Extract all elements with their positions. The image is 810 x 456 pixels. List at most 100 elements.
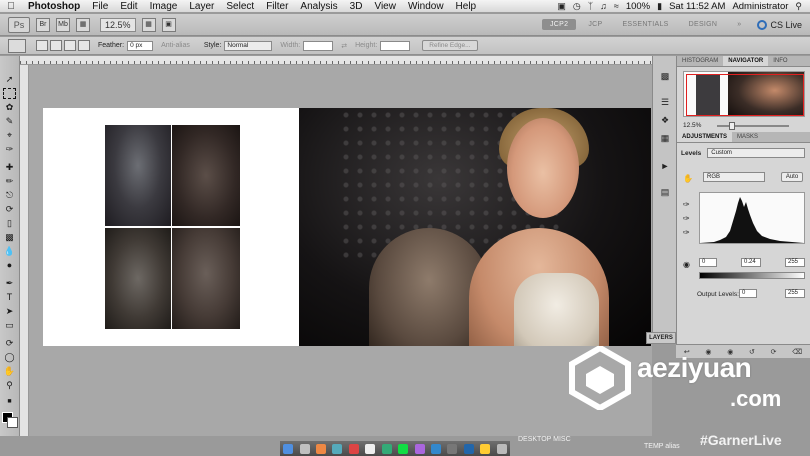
photoshop-dock-icon[interactable] xyxy=(463,443,474,454)
width-input[interactable] xyxy=(303,40,334,51)
preset-select[interactable]: Custom xyxy=(707,148,806,158)
bluetooth-icon[interactable]: ᛉ xyxy=(588,1,593,11)
input-white-value[interactable]: 255 xyxy=(785,258,805,267)
add-selection-icon[interactable] xyxy=(50,40,62,51)
notes-icon[interactable] xyxy=(365,443,376,454)
input-mid-value[interactable]: 0.24 xyxy=(741,258,761,267)
navigator-thumbnail[interactable] xyxy=(683,71,805,117)
menu-help[interactable]: Help xyxy=(450,1,483,12)
swap-icon[interactable]: ⇄ xyxy=(341,42,347,50)
volume-icon[interactable]: ♫ xyxy=(600,1,607,11)
launchpad-icon[interactable] xyxy=(299,443,310,454)
histogram-panel-icon[interactable]: ▩ xyxy=(658,70,672,82)
channel-select[interactable]: RGB xyxy=(703,172,765,182)
reset-icon[interactable]: ⟳ xyxy=(771,348,777,356)
tab-info[interactable]: INFO xyxy=(768,56,792,66)
arrange-documents-icon[interactable]: ▦ xyxy=(141,17,156,32)
menu-edit[interactable]: Edit xyxy=(114,1,143,12)
screen-mode-icon[interactable]: ▣ xyxy=(161,17,176,32)
blur-tool-icon[interactable]: 💧 xyxy=(3,246,16,257)
view-extras-icon[interactable]: ▦ xyxy=(76,17,90,32)
appstore-icon[interactable] xyxy=(431,443,441,454)
menu-select[interactable]: Select xyxy=(220,1,260,12)
black-eyedropper-icon[interactable]: ✑ xyxy=(683,200,690,209)
tab-adjustments[interactable]: ADJUSTMENTS xyxy=(677,132,733,142)
hand-adjust-icon[interactable]: ✋ xyxy=(683,174,693,183)
white-eyedropper-icon[interactable]: ✑ xyxy=(683,228,690,237)
desktop-misc-label[interactable]: DESKTOP MISC xyxy=(518,436,571,443)
tool-preset-picker[interactable] xyxy=(8,38,26,53)
workspace-jcp2[interactable]: JCP2 xyxy=(542,19,577,30)
pen-tool-icon[interactable]: ✒ xyxy=(3,278,16,289)
menubar-clock[interactable]: Sat 11:52 AM xyxy=(669,1,725,12)
path-select-tool-icon[interactable]: ➤ xyxy=(3,306,16,317)
menu-app-name[interactable]: Photoshop xyxy=(22,1,86,12)
messages-icon[interactable] xyxy=(381,443,392,454)
wifi-icon[interactable]: ≈ xyxy=(614,1,619,11)
dodge-tool-icon[interactable]: ● xyxy=(3,260,16,271)
menu-view[interactable]: View xyxy=(368,1,402,12)
preferences-icon[interactable] xyxy=(447,443,458,454)
history-brush-tool-icon[interactable]: ⟳ xyxy=(3,204,16,215)
eraser-tool-icon[interactable]: ▯ xyxy=(3,218,16,229)
subtract-selection-icon[interactable] xyxy=(64,40,76,51)
temp-alias-label[interactable]: TEMP alias xyxy=(644,443,680,450)
workspace-jcp[interactable]: JCP xyxy=(580,19,610,30)
height-input[interactable] xyxy=(380,40,411,51)
marquee-tool-icon[interactable] xyxy=(3,88,16,99)
battery-percent[interactable]: 100% xyxy=(626,1,650,12)
spotlight-icon[interactable]: ⚲ xyxy=(795,1,802,12)
mail-icon[interactable] xyxy=(316,443,327,454)
gray-eyedropper-icon[interactable]: ✑ xyxy=(683,214,690,223)
safari-icon[interactable] xyxy=(332,443,343,454)
cs-live-button[interactable]: CS Live xyxy=(757,19,802,30)
auto-button[interactable]: Auto xyxy=(781,172,803,182)
document-canvas[interactable] xyxy=(29,65,652,436)
levels-histogram[interactable] xyxy=(699,192,805,244)
healing-tool-icon[interactable]: ✚ xyxy=(3,162,16,173)
adjustments-panel-icon[interactable]: ☰ xyxy=(658,96,672,108)
workspace-design[interactable]: DESIGN xyxy=(681,19,726,30)
bridge-dock-icon[interactable] xyxy=(480,443,491,454)
clipping-icon[interactable]: ◉ xyxy=(683,260,690,269)
hand-tool-icon[interactable]: ✋ xyxy=(3,366,16,377)
move-tool-icon[interactable]: ➚ xyxy=(3,74,16,85)
3d-orbit-tool-icon[interactable]: ◯ xyxy=(3,352,16,363)
anti-alias-checkbox[interactable]: Anti-alias xyxy=(161,42,190,49)
brush-tool-icon[interactable]: ✏ xyxy=(3,176,16,187)
output-black-value[interactable]: 0 xyxy=(739,289,757,298)
refine-edge-button[interactable]: Refine Edge... xyxy=(422,40,478,51)
clock-icon[interactable]: ◷ xyxy=(573,1,581,12)
output-white-value[interactable]: 255 xyxy=(785,289,805,298)
input-black-value[interactable]: 0 xyxy=(699,258,717,267)
minibridge-icon[interactable]: Mb xyxy=(56,17,70,32)
gradient-tool-icon[interactable]: ▩ xyxy=(3,232,16,243)
eyedropper-tool-icon[interactable]: ✑ xyxy=(3,144,16,155)
menu-analysis[interactable]: Analysis xyxy=(294,1,343,12)
tab-navigator[interactable]: NAVIGATOR xyxy=(723,56,769,66)
bridge-icon[interactable]: Br xyxy=(36,17,50,32)
feather-input[interactable]: 0 px xyxy=(127,40,154,51)
trash-icon[interactable] xyxy=(496,443,507,454)
crop-tool-icon[interactable]: ⌖ xyxy=(3,130,16,141)
output-gradient[interactable] xyxy=(699,272,805,279)
tab-histogram[interactable]: HISTOGRAM xyxy=(677,56,723,66)
menu-3d[interactable]: 3D xyxy=(344,1,369,12)
menu-image[interactable]: Image xyxy=(144,1,184,12)
styles-panel-icon[interactable]: ❖ xyxy=(658,114,672,126)
navigator-zoom-slider[interactable] xyxy=(717,122,789,130)
navigator-zoom[interactable]: 12.5% xyxy=(683,122,701,129)
calendar-icon[interactable] xyxy=(348,443,359,454)
3d-rotate-tool-icon[interactable]: ⟳ xyxy=(3,338,16,349)
menu-window[interactable]: Window xyxy=(402,1,450,12)
quick-select-tool-icon[interactable]: ✎ xyxy=(3,116,16,127)
zoom-level[interactable]: 12.5% xyxy=(100,17,136,32)
screen-icon[interactable]: ▣ xyxy=(557,1,566,12)
background-color-swatch[interactable] xyxy=(7,417,18,428)
menubar-user[interactable]: Administrator xyxy=(732,1,788,12)
facetime-icon[interactable] xyxy=(398,443,409,454)
delete-icon[interactable]: ⌫ xyxy=(792,348,802,356)
workspace-essentials[interactable]: ESSENTIALS xyxy=(614,19,676,30)
intersect-selection-icon[interactable] xyxy=(78,40,90,51)
zoom-slider-knob[interactable] xyxy=(729,122,735,130)
